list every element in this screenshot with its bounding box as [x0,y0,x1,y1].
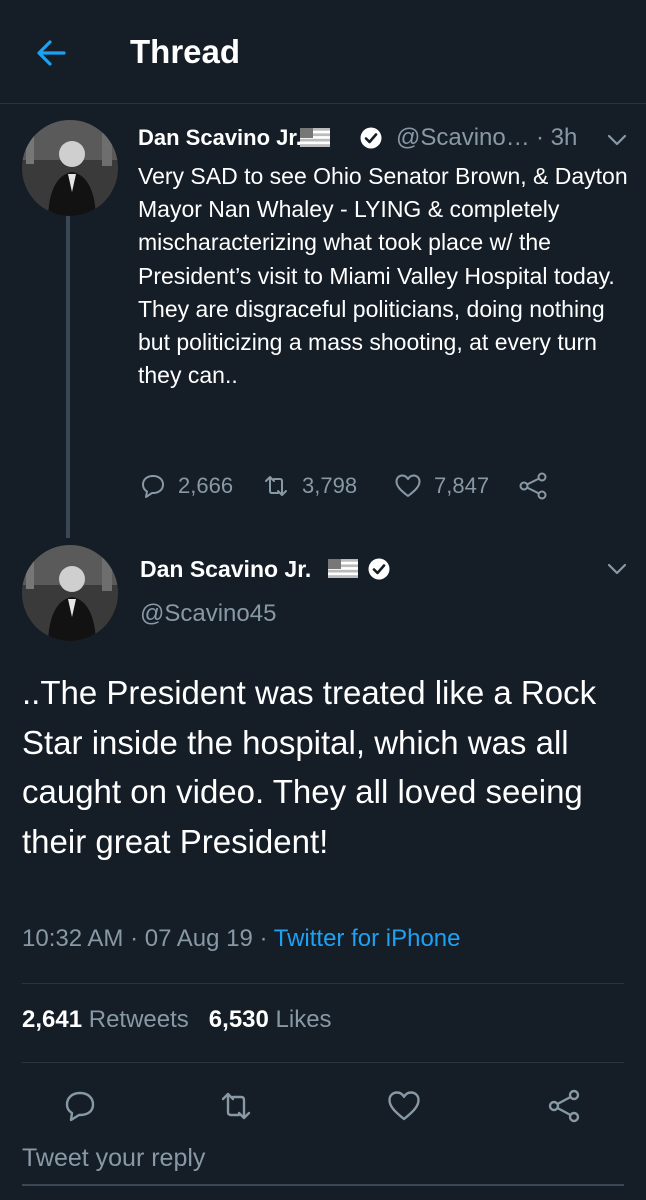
retweet-total: 2,641 [22,1006,83,1033]
tweet-timestamp[interactable]: · 3h [536,124,577,152]
reply-placeholder: Tweet your reply [22,1144,206,1172]
like-button[interactable] [386,1088,422,1124]
share-icon [548,1089,580,1123]
retweets-stat[interactable]: 2,641 Retweets [22,1006,189,1033]
likes-stat[interactable]: 6,530 Likes [209,1006,332,1033]
avatar[interactable] [22,120,118,216]
reply-input[interactable]: Tweet your reply [22,1140,624,1186]
retweet-icon [221,1092,251,1120]
verified-badge-icon [368,558,390,580]
reply-count: 2,666 [178,473,234,498]
heart-icon [388,1091,420,1121]
like-total: 6,530 [208,1006,269,1033]
retweets-label: Retweets [88,1006,189,1033]
retweet-button[interactable] [218,1088,254,1124]
top-bar: Thread [0,0,646,104]
arrow-left-icon [37,40,66,66]
like-button[interactable]: 7,847 [394,471,489,501]
retweet-count: 3,798 [302,473,358,498]
likes-label: Likes [275,1006,332,1033]
reply-button[interactable]: 2,666 [140,471,233,501]
reply-icon [142,475,164,498]
us-flag-icon [328,559,358,578]
thread-connector-line [66,210,70,538]
author-name[interactable]: Dan Scavino Jr. [140,556,311,583]
reply-button[interactable] [62,1088,98,1124]
us-flag-icon [300,128,330,147]
avatar[interactable] [22,545,118,641]
back-button[interactable] [34,36,68,70]
tweet-source-link[interactable]: Twitter for iPhone [274,925,461,952]
tweet-meta: 10:32 AM · 07 Aug 19 · Twitter for iPhon… [22,925,460,953]
verified-badge-icon [360,127,382,149]
divider [22,983,624,984]
tweet-timestamp: 10:32 AM · 07 Aug 19 · [22,925,268,952]
like-count: 7,847 [434,473,490,498]
author-handle[interactable]: @Scavino… [396,124,530,152]
engagement-stats: 2,641 Retweets 6,530 Likes [22,1006,332,1034]
page-title: Thread [130,33,241,70]
chevron-down-icon[interactable] [606,562,628,576]
tweet-text: ..The President was treated like a Rock … [22,674,597,860]
tweet-text: Very SAD to see Ohio Senator Brown, & Da… [138,163,628,389]
share-icon [519,472,547,500]
reply-icon [65,1091,95,1122]
heart-icon [395,474,421,497]
author-name[interactable]: Dan Scavino Jr. [138,125,302,151]
author-handle[interactable]: @Scavino45 [140,600,276,628]
share-button[interactable] [546,1088,582,1124]
share-button[interactable] [518,471,548,501]
retweet-icon [265,476,287,496]
divider [22,1062,624,1063]
retweet-button[interactable]: 3,798 [262,471,357,501]
chevron-down-icon[interactable] [606,133,628,147]
